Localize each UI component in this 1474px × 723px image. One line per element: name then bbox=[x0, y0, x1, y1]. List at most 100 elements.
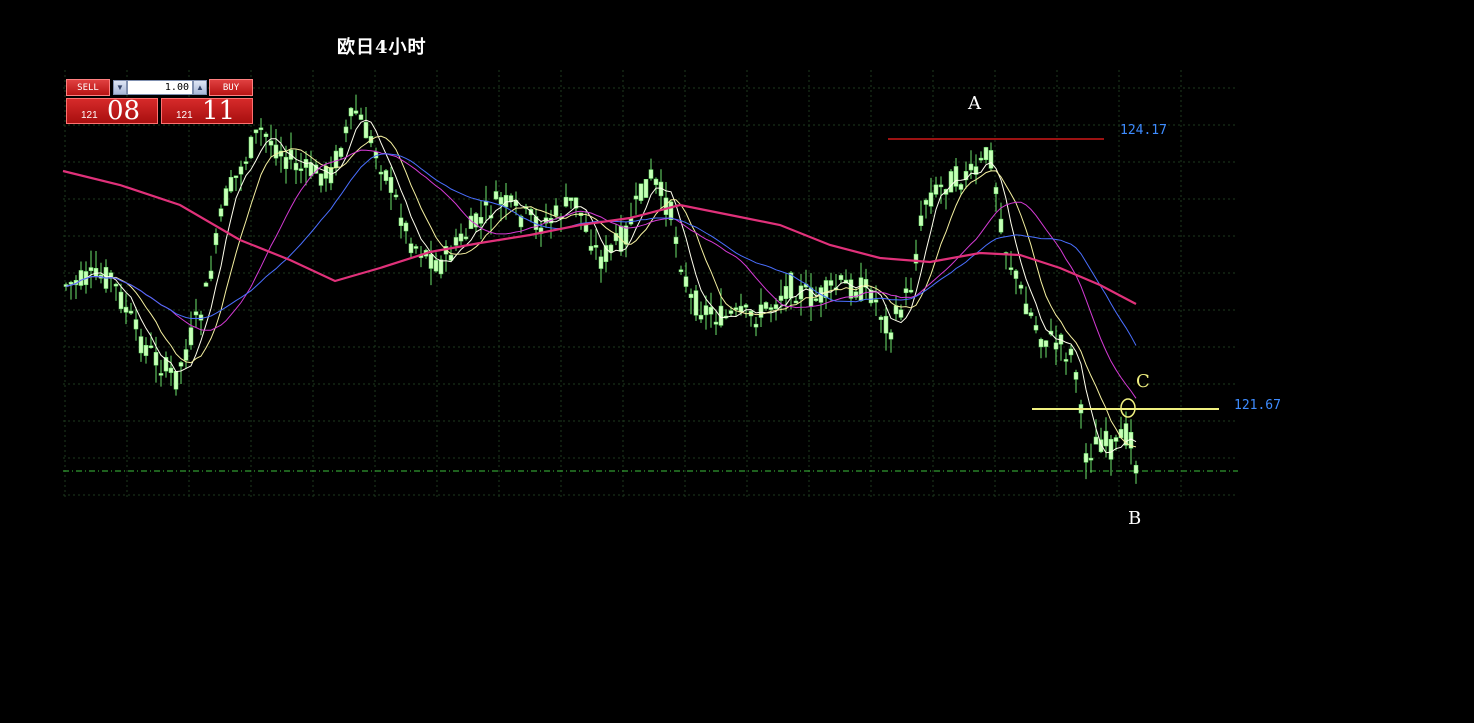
candle-body bbox=[983, 147, 989, 161]
candle-body bbox=[188, 327, 194, 346]
candle-body bbox=[763, 302, 769, 309]
candle-body bbox=[778, 295, 784, 301]
candle-body bbox=[318, 173, 324, 186]
candle-body bbox=[138, 336, 144, 354]
candle-body bbox=[198, 314, 204, 321]
sell-button[interactable]: SELL bbox=[66, 79, 110, 96]
candle-body bbox=[893, 305, 899, 315]
candle-body bbox=[1093, 436, 1099, 445]
candle-body bbox=[453, 237, 459, 246]
candle-body bbox=[1073, 372, 1079, 380]
candle-body bbox=[128, 310, 134, 314]
candle-body bbox=[918, 215, 924, 226]
candle-body bbox=[403, 222, 409, 232]
candle-body bbox=[493, 191, 499, 200]
chevron-down-icon[interactable]: ▼ bbox=[113, 80, 127, 95]
candle-body bbox=[213, 233, 219, 246]
candle-body bbox=[458, 233, 464, 242]
candle-body bbox=[788, 272, 794, 299]
chevron-up-icon[interactable]: ▲ bbox=[193, 80, 207, 95]
candle-body bbox=[728, 310, 734, 314]
candle-body bbox=[283, 156, 289, 169]
candle-body bbox=[693, 290, 699, 316]
chart-window: 欧日4小时 SELL ▼ ▲ BUY 121 08 121 11 A B C 1… bbox=[0, 0, 1474, 723]
level-label-top: 124.17 bbox=[1120, 123, 1167, 138]
candle-body bbox=[1008, 267, 1014, 270]
candle-body bbox=[1108, 438, 1114, 460]
candle-body bbox=[598, 256, 604, 269]
candle-body bbox=[408, 243, 414, 254]
candle-body bbox=[593, 244, 599, 248]
candle-body bbox=[858, 277, 864, 302]
candle-body bbox=[1018, 284, 1024, 289]
candle-body bbox=[768, 307, 774, 310]
candle-body bbox=[238, 166, 244, 175]
candle-body bbox=[923, 199, 929, 205]
candle-body bbox=[378, 171, 384, 175]
candle-body bbox=[958, 184, 964, 190]
candle-body bbox=[1133, 464, 1139, 474]
candle-body bbox=[68, 281, 74, 285]
candle-body bbox=[478, 216, 484, 224]
buy-button[interactable]: BUY bbox=[209, 79, 253, 96]
candle-body bbox=[668, 201, 674, 221]
candle-body bbox=[78, 270, 84, 286]
candle-body bbox=[713, 321, 719, 325]
candle-body bbox=[1083, 453, 1089, 463]
candle-body bbox=[308, 162, 314, 177]
candle-body bbox=[193, 311, 199, 316]
candle-body bbox=[178, 362, 184, 367]
buy-price-big: 11 bbox=[202, 96, 236, 126]
candle-body bbox=[638, 183, 644, 201]
candle-body bbox=[793, 300, 799, 304]
candle-body bbox=[298, 168, 304, 171]
candle-body bbox=[253, 129, 259, 134]
candle-body bbox=[698, 314, 704, 320]
candle-body bbox=[678, 269, 684, 272]
candle-body bbox=[88, 267, 94, 272]
sell-price-prefix: 121 bbox=[81, 110, 98, 121]
candle-body bbox=[813, 298, 819, 301]
candle-body bbox=[433, 260, 439, 272]
candle-body bbox=[998, 218, 1004, 233]
lot-size-input[interactable] bbox=[127, 80, 193, 95]
candle-body bbox=[1023, 303, 1029, 315]
candle-body bbox=[968, 163, 974, 171]
candle-body bbox=[168, 367, 174, 373]
level-label-bottom: 121.67 bbox=[1234, 398, 1281, 413]
candle-body bbox=[688, 293, 694, 298]
candle-body bbox=[1053, 342, 1059, 350]
candle-body bbox=[148, 345, 154, 348]
candle-body bbox=[568, 197, 574, 201]
candle-body bbox=[623, 225, 629, 245]
candle-body bbox=[1088, 457, 1094, 461]
candle-body bbox=[933, 184, 939, 195]
annotation-c: C bbox=[1136, 371, 1150, 392]
candle-body bbox=[988, 150, 994, 169]
candle-body bbox=[708, 307, 714, 315]
candle-body bbox=[113, 283, 119, 287]
candle-body bbox=[903, 288, 909, 293]
candle-body bbox=[633, 195, 639, 200]
candle-body bbox=[563, 196, 569, 207]
candle-body bbox=[463, 236, 469, 240]
one-click-trading-panel: SELL ▼ ▲ BUY 121 08 121 11 bbox=[66, 79, 253, 126]
candle-body bbox=[1038, 338, 1044, 348]
candle-body bbox=[333, 150, 339, 169]
candle-body bbox=[348, 107, 354, 117]
buy-price-prefix: 121 bbox=[176, 110, 193, 121]
candle-body bbox=[293, 162, 299, 171]
candle-body bbox=[908, 289, 914, 293]
candle-body bbox=[673, 236, 679, 244]
candle-body bbox=[828, 280, 834, 286]
candle-body bbox=[383, 170, 389, 181]
candle-body bbox=[398, 217, 404, 226]
candle-body bbox=[173, 371, 179, 390]
candle-body bbox=[953, 166, 959, 187]
candle-body bbox=[203, 282, 209, 287]
buy-price-button[interactable]: 121 11 bbox=[161, 96, 253, 126]
candle-body bbox=[218, 208, 224, 217]
sell-price-button[interactable]: 121 08 bbox=[66, 96, 158, 126]
candle-body bbox=[393, 194, 399, 198]
candle-body bbox=[1033, 325, 1039, 331]
